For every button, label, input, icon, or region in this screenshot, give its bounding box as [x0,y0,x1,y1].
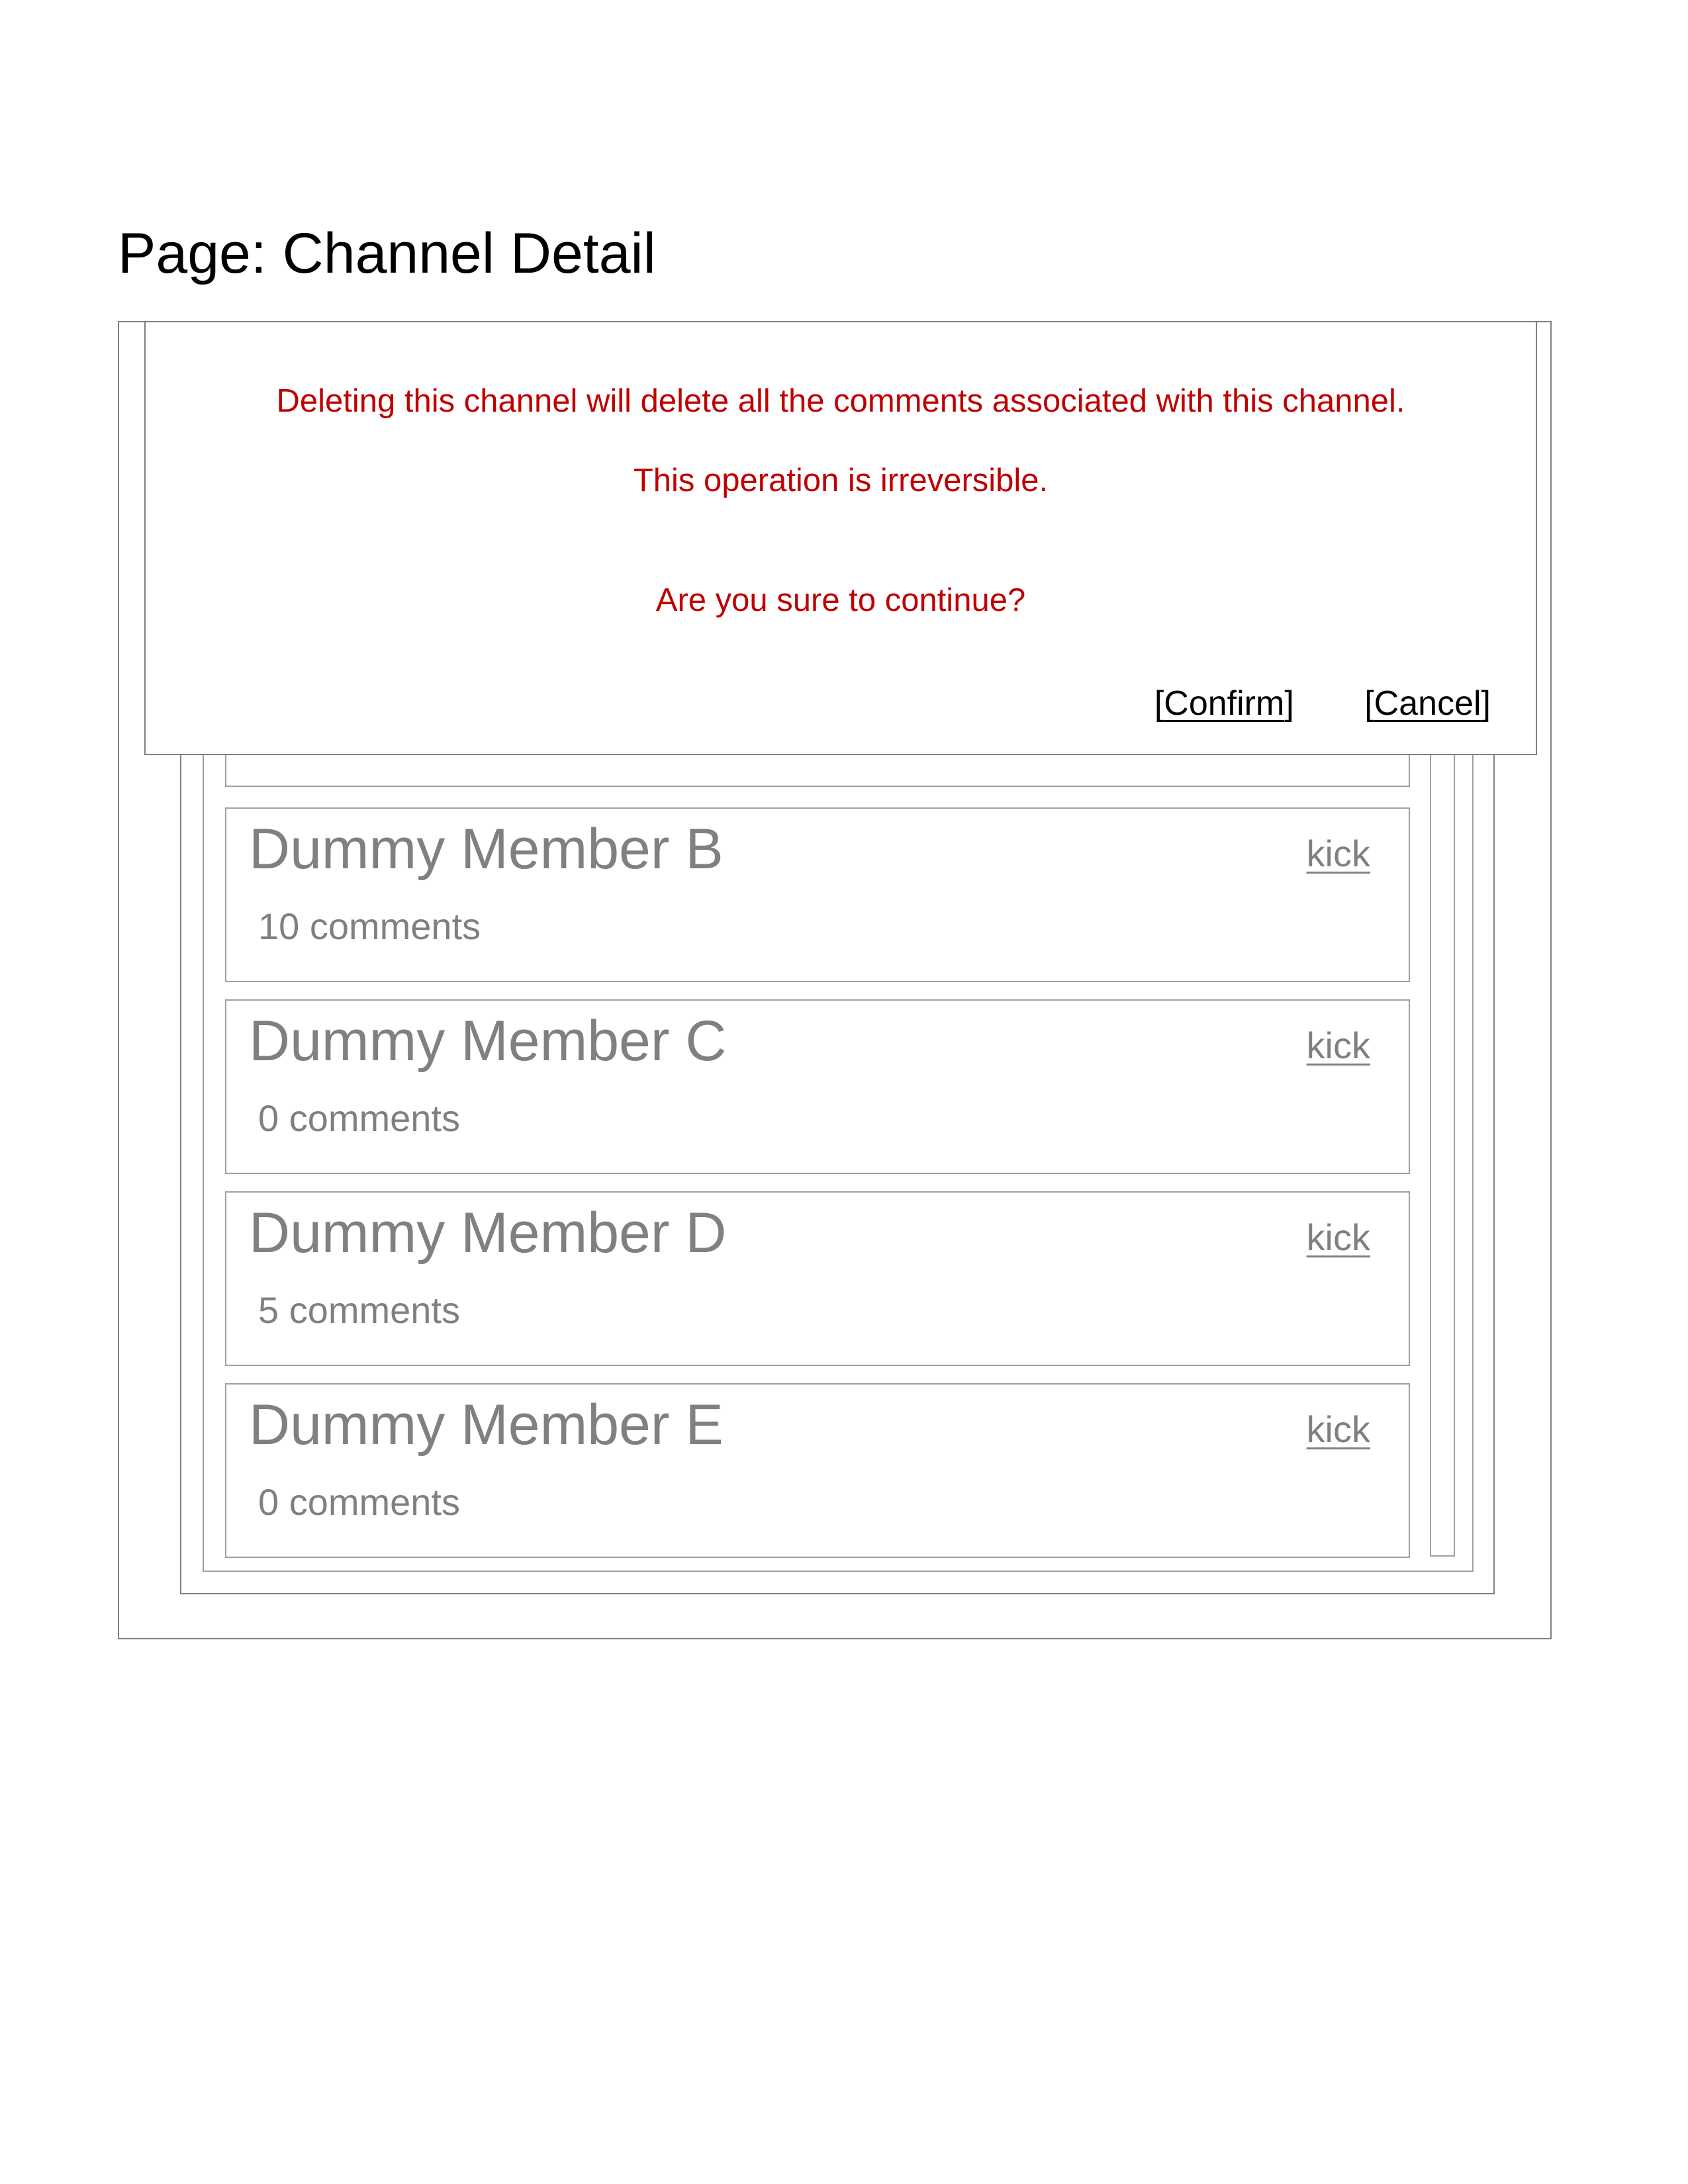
member-comments-count: 10 comments [258,905,481,947]
kick-member-link[interactable]: kick [1307,1411,1370,1448]
continue-question: Are you sure to continue? [655,582,1026,618]
bracket-open: [ [1154,684,1164,723]
bracket-open: [ [1364,684,1374,723]
bracket-close: ] [1284,684,1294,723]
delete-channel-confirmation-dialog: Deleting this channel will delete all th… [144,321,1537,755]
member-name: Dummy Member C [249,1009,727,1073]
member-name: Dummy Member B [249,817,724,881]
cancel-button[interactable]: [Cancel] [1364,686,1491,721]
dialog-actions: [Confirm] [Cancel] [1154,686,1491,721]
kick-member-link[interactable]: kick [1307,835,1370,872]
member-comments-count: 0 comments [258,1481,460,1523]
member-comments-count: 0 comments [258,1097,460,1139]
member-card: Dummy Member C 0 comments kick [225,999,1410,1174]
member-comments-count: 5 comments [258,1289,460,1331]
confirm-button[interactable]: [Confirm] [1154,686,1294,721]
kick-member-link[interactable]: kick [1307,1219,1370,1256]
member-card: Dummy Member D 5 comments kick [225,1191,1410,1366]
member-name: Dummy Member E [249,1393,724,1457]
kick-member-link[interactable]: kick [1307,1027,1370,1064]
member-name: Dummy Member D [249,1201,727,1265]
bracket-close: ] [1481,684,1491,723]
member-card: Dummy Member E 0 comments kick [225,1383,1410,1558]
delete-warning-message: Deleting this channel will delete all th… [276,383,1405,419]
irreversible-warning-message: This operation is irreversible. [633,463,1049,498]
member-card: Dummy Member B 10 comments kick [225,807,1410,982]
page-title: Page: Channel Detail [118,222,656,285]
confirm-label: Confirm [1164,684,1285,723]
cancel-label: Cancel [1374,684,1481,723]
